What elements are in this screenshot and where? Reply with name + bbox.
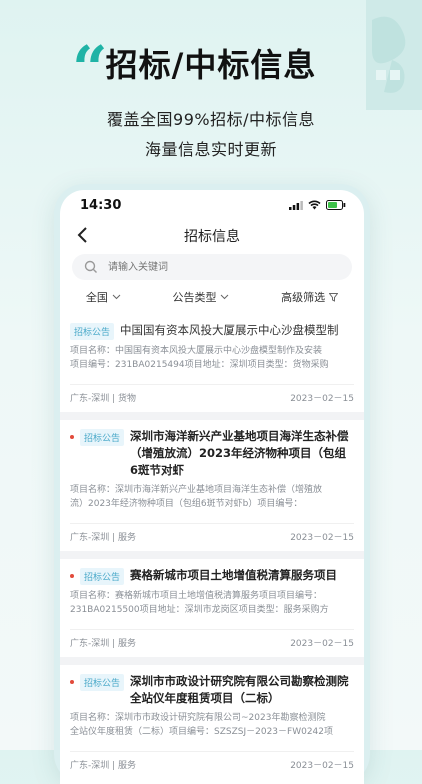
item-meta: 全站仪年度租赁（二标）项目编号：SZSZSJ－2023－FW0242项 xyxy=(70,727,334,737)
signal-icon xyxy=(289,200,303,210)
list-item[interactable]: 招标公告 深圳市市政设计研究院有限公司勘察检测院全站仪年度租赁项目（二标） 项目… xyxy=(60,665,364,779)
item-title: 赛格新城市项目土地增值税清算服务项目 xyxy=(130,568,338,582)
nav-bar: 招标信息 xyxy=(60,220,364,254)
notice-tag: 招标公告 xyxy=(70,323,115,340)
bid-list: 招标公告 中国国有资本风投大厦展示中心沙盘模型制 项目名称：中国国有资本风投大厦… xyxy=(60,314,364,779)
filter-bar: 全国 公告类型 高级筛选 xyxy=(60,280,364,314)
list-item[interactable]: 招标公告 深圳市海洋新兴产业基地项目海洋生态补偿（增殖放流）2023年经济物种项… xyxy=(60,420,364,551)
battery-icon xyxy=(326,200,346,210)
item-date: 2023－02－15 xyxy=(290,639,354,649)
chevron-down-icon xyxy=(112,294,121,300)
filter-advanced[interactable]: 高级筛选 xyxy=(281,289,339,305)
item-meta: 流）2023年经济物种项目（包组6斑节对虾b）项目编号： xyxy=(70,499,303,509)
hero-subtitle-2: 海量信息实时更新 xyxy=(144,140,277,159)
list-item[interactable]: 招标公告 中国国有资本风投大厦展示中心沙盘模型制 项目名称：中国国有资本风投大厦… xyxy=(60,314,364,412)
item-meta: 项目名称：深圳市海洋新兴产业基地项目海洋生态补偿（增殖放 xyxy=(70,485,323,495)
filter-advanced-label: 高级筛选 xyxy=(281,291,326,304)
status-time: 14:30 xyxy=(80,198,122,213)
search-input[interactable] xyxy=(106,260,310,274)
item-date: 2023－02－15 xyxy=(290,394,354,404)
item-location: 广东-深圳 | 服务 xyxy=(70,761,137,771)
unread-dot-icon xyxy=(70,574,74,578)
filter-notice-type[interactable]: 公告类型 xyxy=(172,289,229,305)
wifi-icon xyxy=(308,200,321,210)
item-location: 广东-深圳 | 服务 xyxy=(70,639,137,649)
item-date: 2023－02－15 xyxy=(290,533,354,543)
item-location: 广东-深圳 | 货物 xyxy=(70,394,137,404)
status-bar: 14:30 xyxy=(60,190,364,220)
item-meta: 项目名称：中国国有资本风投大厦展示中心沙盘模型制作及安装 xyxy=(70,346,323,356)
item-title: 深圳市海洋新兴产业基地项目海洋生态补偿（增殖放流）2023年经济物种项目（包组6… xyxy=(130,429,349,477)
item-meta: 项目名称：赛格新城市项目土地增值税清算服务项目项目编号： xyxy=(70,591,323,601)
app-screen: 14:30 招标信息 请输入关键词 全国 公告类型 高级筛选 招标公告 中国国有… xyxy=(60,190,364,784)
item-meta: 项目编号：231BA0215494项目地址：深圳项目类型：货物采购 xyxy=(70,360,329,370)
list-item[interactable]: 招标公告 赛格新城市项目土地增值税清算服务项目 项目名称：赛格新城市项目土地增值… xyxy=(60,559,364,657)
item-meta: 项目名称：深圳市市政设计研究院有限公司~2023年勘察检测院 xyxy=(70,713,326,723)
filter-icon xyxy=(329,292,339,302)
item-meta: 231BA0215500项目地址：深圳市龙岗区项目类型：服务采购方 xyxy=(70,605,329,615)
chevron-down-icon xyxy=(221,294,229,300)
phone-mockup: 14:30 招标信息 请输入关键词 全国 公告类型 高级筛选 招标公告 中国国有… xyxy=(54,184,370,784)
unread-dot-icon xyxy=(70,680,74,684)
search-bar[interactable] xyxy=(72,254,352,280)
search-icon xyxy=(84,260,97,273)
unread-dot-icon xyxy=(70,435,74,439)
item-title: 深圳市市政设计研究院有限公司勘察检测院全站仪年度租赁项目（二标） xyxy=(130,674,349,705)
item-date: 2023－02－15 xyxy=(290,761,354,771)
filter-region[interactable]: 全国 xyxy=(86,289,121,305)
notice-tag: 招标公告 xyxy=(80,674,125,691)
hero-title: 招标/中标信息 xyxy=(105,46,317,84)
page-title: 招标信息 xyxy=(184,229,240,245)
hero-subtitle-1: 覆盖全国99%招标/中标信息 xyxy=(107,110,315,129)
filter-region-label: 全国 xyxy=(85,291,108,304)
notice-tag: 招标公告 xyxy=(80,568,125,585)
notice-tag: 招标公告 xyxy=(80,429,125,446)
item-location: 广东-深圳 | 服务 xyxy=(70,533,137,543)
item-title: 中国国有资本风投大厦展示中心沙盘模型制 xyxy=(120,323,339,337)
filter-notice-type-label: 公告类型 xyxy=(172,291,217,304)
